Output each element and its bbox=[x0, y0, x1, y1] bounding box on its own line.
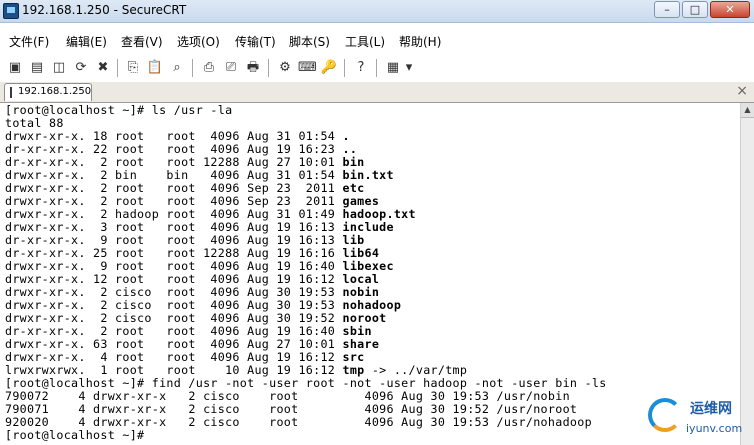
close-tab-icon[interactable]: × bbox=[736, 83, 748, 99]
keymap-icon[interactable]: ⌨ bbox=[298, 59, 317, 77]
window-title: 192.168.1.250 - SecureCRT bbox=[22, 3, 187, 17]
terminal-line-text: dr-xr-xr-x. 22 root root 4096 Aug 19 16:… bbox=[5, 142, 343, 156]
menu-view[interactable]: 查看(V) bbox=[121, 33, 163, 50]
session-options-icon[interactable]: ⚙ bbox=[276, 59, 294, 77]
menu-tools[interactable]: 工具(L) bbox=[345, 33, 385, 50]
file-name: lib bbox=[342, 233, 365, 247]
paste-icon[interactable]: 📋 bbox=[146, 59, 164, 77]
terminal-line-text: drwxr-xr-x. 2 cisco root 4096 Aug 30 19:… bbox=[5, 298, 343, 312]
session-tab-label: 192.168.1.250 bbox=[18, 86, 92, 97]
file-name: noroot bbox=[342, 311, 387, 325]
minimize-button[interactable]: – bbox=[654, 1, 680, 18]
terminal-line-text: [root@localhost ~]# bbox=[5, 428, 152, 442]
file-name: sbin bbox=[342, 324, 372, 338]
menu-help[interactable]: 帮助(H) bbox=[399, 33, 441, 50]
watermark-en-text: iyunv.com bbox=[686, 422, 743, 435]
session-tab-strip: 192.168.1.250 × bbox=[0, 82, 754, 103]
terminal-line-text: dr-xr-xr-x. 9 root root 4096 Aug 19 16:1… bbox=[5, 233, 343, 247]
copy-icon[interactable]: ⎘ bbox=[124, 59, 142, 77]
file-name: nobin bbox=[342, 285, 380, 299]
menu-script[interactable]: 脚本(S) bbox=[289, 33, 330, 50]
title-bar: 192.168.1.250 - SecureCRT – □ ✕ bbox=[0, 0, 754, 23]
terminal-line-text: drwxr-xr-x. 18 root root 4096 Aug 31 01:… bbox=[5, 129, 343, 143]
file-name: .. bbox=[342, 142, 358, 156]
terminal-line-text: 790072 4 drwxr-xr-x 2 cisco root 4096 Au… bbox=[5, 389, 570, 403]
terminal-line-text: drwxr-xr-x. 12 root root 4096 Aug 19 16:… bbox=[5, 272, 343, 286]
terminal-line-text: drwxr-xr-x. 2 cisco root 4096 Aug 30 19:… bbox=[5, 311, 343, 325]
terminal-line-text: drwxr-xr-x. 3 root root 4096 Aug 19 16:1… bbox=[5, 220, 343, 234]
file-name: libexec bbox=[342, 259, 394, 273]
terminal-line-text: drwxr-xr-x. 2 root root 4096 Sep 23 2011 bbox=[5, 181, 343, 195]
terminal-line-text: drwxr-xr-x. 2 hadoop root 4096 Aug 31 01… bbox=[5, 207, 343, 221]
terminal-line: [root@localhost ~]# bbox=[5, 429, 152, 442]
file-name: etc bbox=[342, 181, 365, 195]
toolbar-separator bbox=[376, 59, 378, 77]
terminal-line-text: drwxr-xr-x. 2 root root 4096 Sep 23 2011 bbox=[5, 194, 343, 208]
connect-tab-icon[interactable]: ◫ bbox=[50, 59, 68, 77]
file-name: . bbox=[342, 129, 350, 143]
terminal-line-text: dr-xr-xr-x. 2 root root 4096 Aug 19 16:4… bbox=[5, 324, 343, 338]
symlink-target: -> ../var/tmp bbox=[364, 363, 468, 377]
key-icon[interactable]: 🔑 bbox=[320, 59, 338, 77]
menu-options[interactable]: 选项(O) bbox=[177, 33, 220, 50]
terminal-line-text: lrwxrwxrwx. 1 root root 10 Aug 19 16:12 bbox=[5, 363, 343, 377]
menu-file[interactable]: 文件(F) bbox=[9, 33, 49, 50]
file-name: tmp bbox=[342, 363, 365, 377]
file-name: nohadoop bbox=[342, 298, 402, 312]
maximize-button[interactable]: □ bbox=[682, 1, 708, 18]
close-button[interactable]: ✕ bbox=[710, 1, 750, 18]
disconnect-icon[interactable]: ✖ bbox=[94, 59, 112, 77]
toolbar: ▣ ▤ ◫ ⟳ ✖ ⎘ 📋 ⌕ ⎙ ⎚ 🖶 ⚙ ⌨ 🔑 ? ▦ ▾ bbox=[4, 56, 424, 80]
watermark-swoosh-icon bbox=[648, 398, 682, 432]
print-icon[interactable]: ⎙ bbox=[200, 59, 218, 77]
securecrt-app-icon[interactable] bbox=[3, 3, 19, 19]
scroll-up-icon[interactable]: ▲ bbox=[741, 103, 754, 118]
terminal-line-text: [root@localhost ~]# find /usr -not -user… bbox=[5, 376, 607, 390]
watermark-logo: 运维网 iyunv.com bbox=[648, 396, 752, 442]
terminal-line-text: dr-xr-xr-x. 25 root root 12288 Aug 19 16… bbox=[5, 246, 343, 260]
dropdown-icon[interactable]: ▾ bbox=[404, 59, 414, 77]
terminal-line-text: drwxr-xr-x. 2 bin bin 4096 Aug 31 01:54 bbox=[5, 168, 343, 182]
session-tab[interactable]: 192.168.1.250 bbox=[4, 83, 92, 101]
terminal-line-text: drwxr-xr-x. 4 root root 4096 Aug 19 16:1… bbox=[5, 350, 343, 364]
quick-connect-icon[interactable]: ▤ bbox=[28, 59, 46, 77]
file-name: hadoop.txt bbox=[342, 207, 416, 221]
menu-transfer[interactable]: 传输(T) bbox=[235, 33, 276, 50]
terminal-line-text: [root@localhost ~]# ls /usr -la bbox=[5, 103, 233, 117]
print-setup-icon[interactable]: 🖶 bbox=[244, 59, 262, 77]
file-name: lib64 bbox=[342, 246, 380, 260]
terminal-line-text: dr-xr-xr-x. 2 root root 12288 Aug 27 10:… bbox=[5, 155, 343, 169]
terminal-line-text: 790071 4 drwxr-xr-x 2 cisco root 4096 Au… bbox=[5, 402, 578, 416]
toolbar-separator bbox=[117, 59, 119, 77]
watermark-cn-text: 运维网 bbox=[690, 401, 732, 417]
terminal-output[interactable]: [root@localhost ~]# ls /usr -la total 88 d… bbox=[0, 103, 740, 445]
toolbar-separator bbox=[344, 59, 346, 77]
file-name: include bbox=[342, 220, 394, 234]
terminal-line-text: total 88 bbox=[5, 116, 64, 130]
terminal-line-text: 920020 4 drwxr-xr-x 2 cisco root 4096 Au… bbox=[5, 415, 592, 429]
file-name: bin.txt bbox=[342, 168, 394, 182]
reconnect-icon[interactable]: ⟳ bbox=[72, 59, 90, 77]
find-icon[interactable]: ⌕ bbox=[168, 59, 186, 77]
terminal-line-text: drwxr-xr-x. 9 root root 4096 Aug 19 16:4… bbox=[5, 259, 343, 273]
file-name: src bbox=[342, 350, 365, 364]
file-name: local bbox=[342, 272, 380, 286]
menu-bar: 文件(F) 编辑(E) 查看(V) 选项(O) 传输(T) 脚本(S) 工具(L… bbox=[0, 30, 754, 50]
print-selection-icon[interactable]: ⎚ bbox=[222, 59, 240, 77]
sftp-icon[interactable]: ▦ bbox=[384, 59, 402, 77]
help-icon[interactable]: ? bbox=[352, 59, 370, 77]
vertical-scrollbar[interactable]: ▲ bbox=[740, 103, 754, 445]
toolbar-separator bbox=[268, 59, 270, 77]
terminal-line-text: drwxr-xr-x. 63 root root 4096 Aug 27 10:… bbox=[5, 337, 343, 351]
terminal-line-text: drwxr-xr-x. 2 cisco root 4096 Aug 30 19:… bbox=[5, 285, 343, 299]
menu-edit[interactable]: 编辑(E) bbox=[66, 33, 107, 50]
tab-status-icon bbox=[10, 87, 12, 98]
toolbar-separator bbox=[192, 59, 194, 77]
connect-icon[interactable]: ▣ bbox=[6, 59, 24, 77]
file-name: share bbox=[342, 337, 380, 351]
file-name: games bbox=[342, 194, 380, 208]
file-name: bin bbox=[342, 155, 365, 169]
